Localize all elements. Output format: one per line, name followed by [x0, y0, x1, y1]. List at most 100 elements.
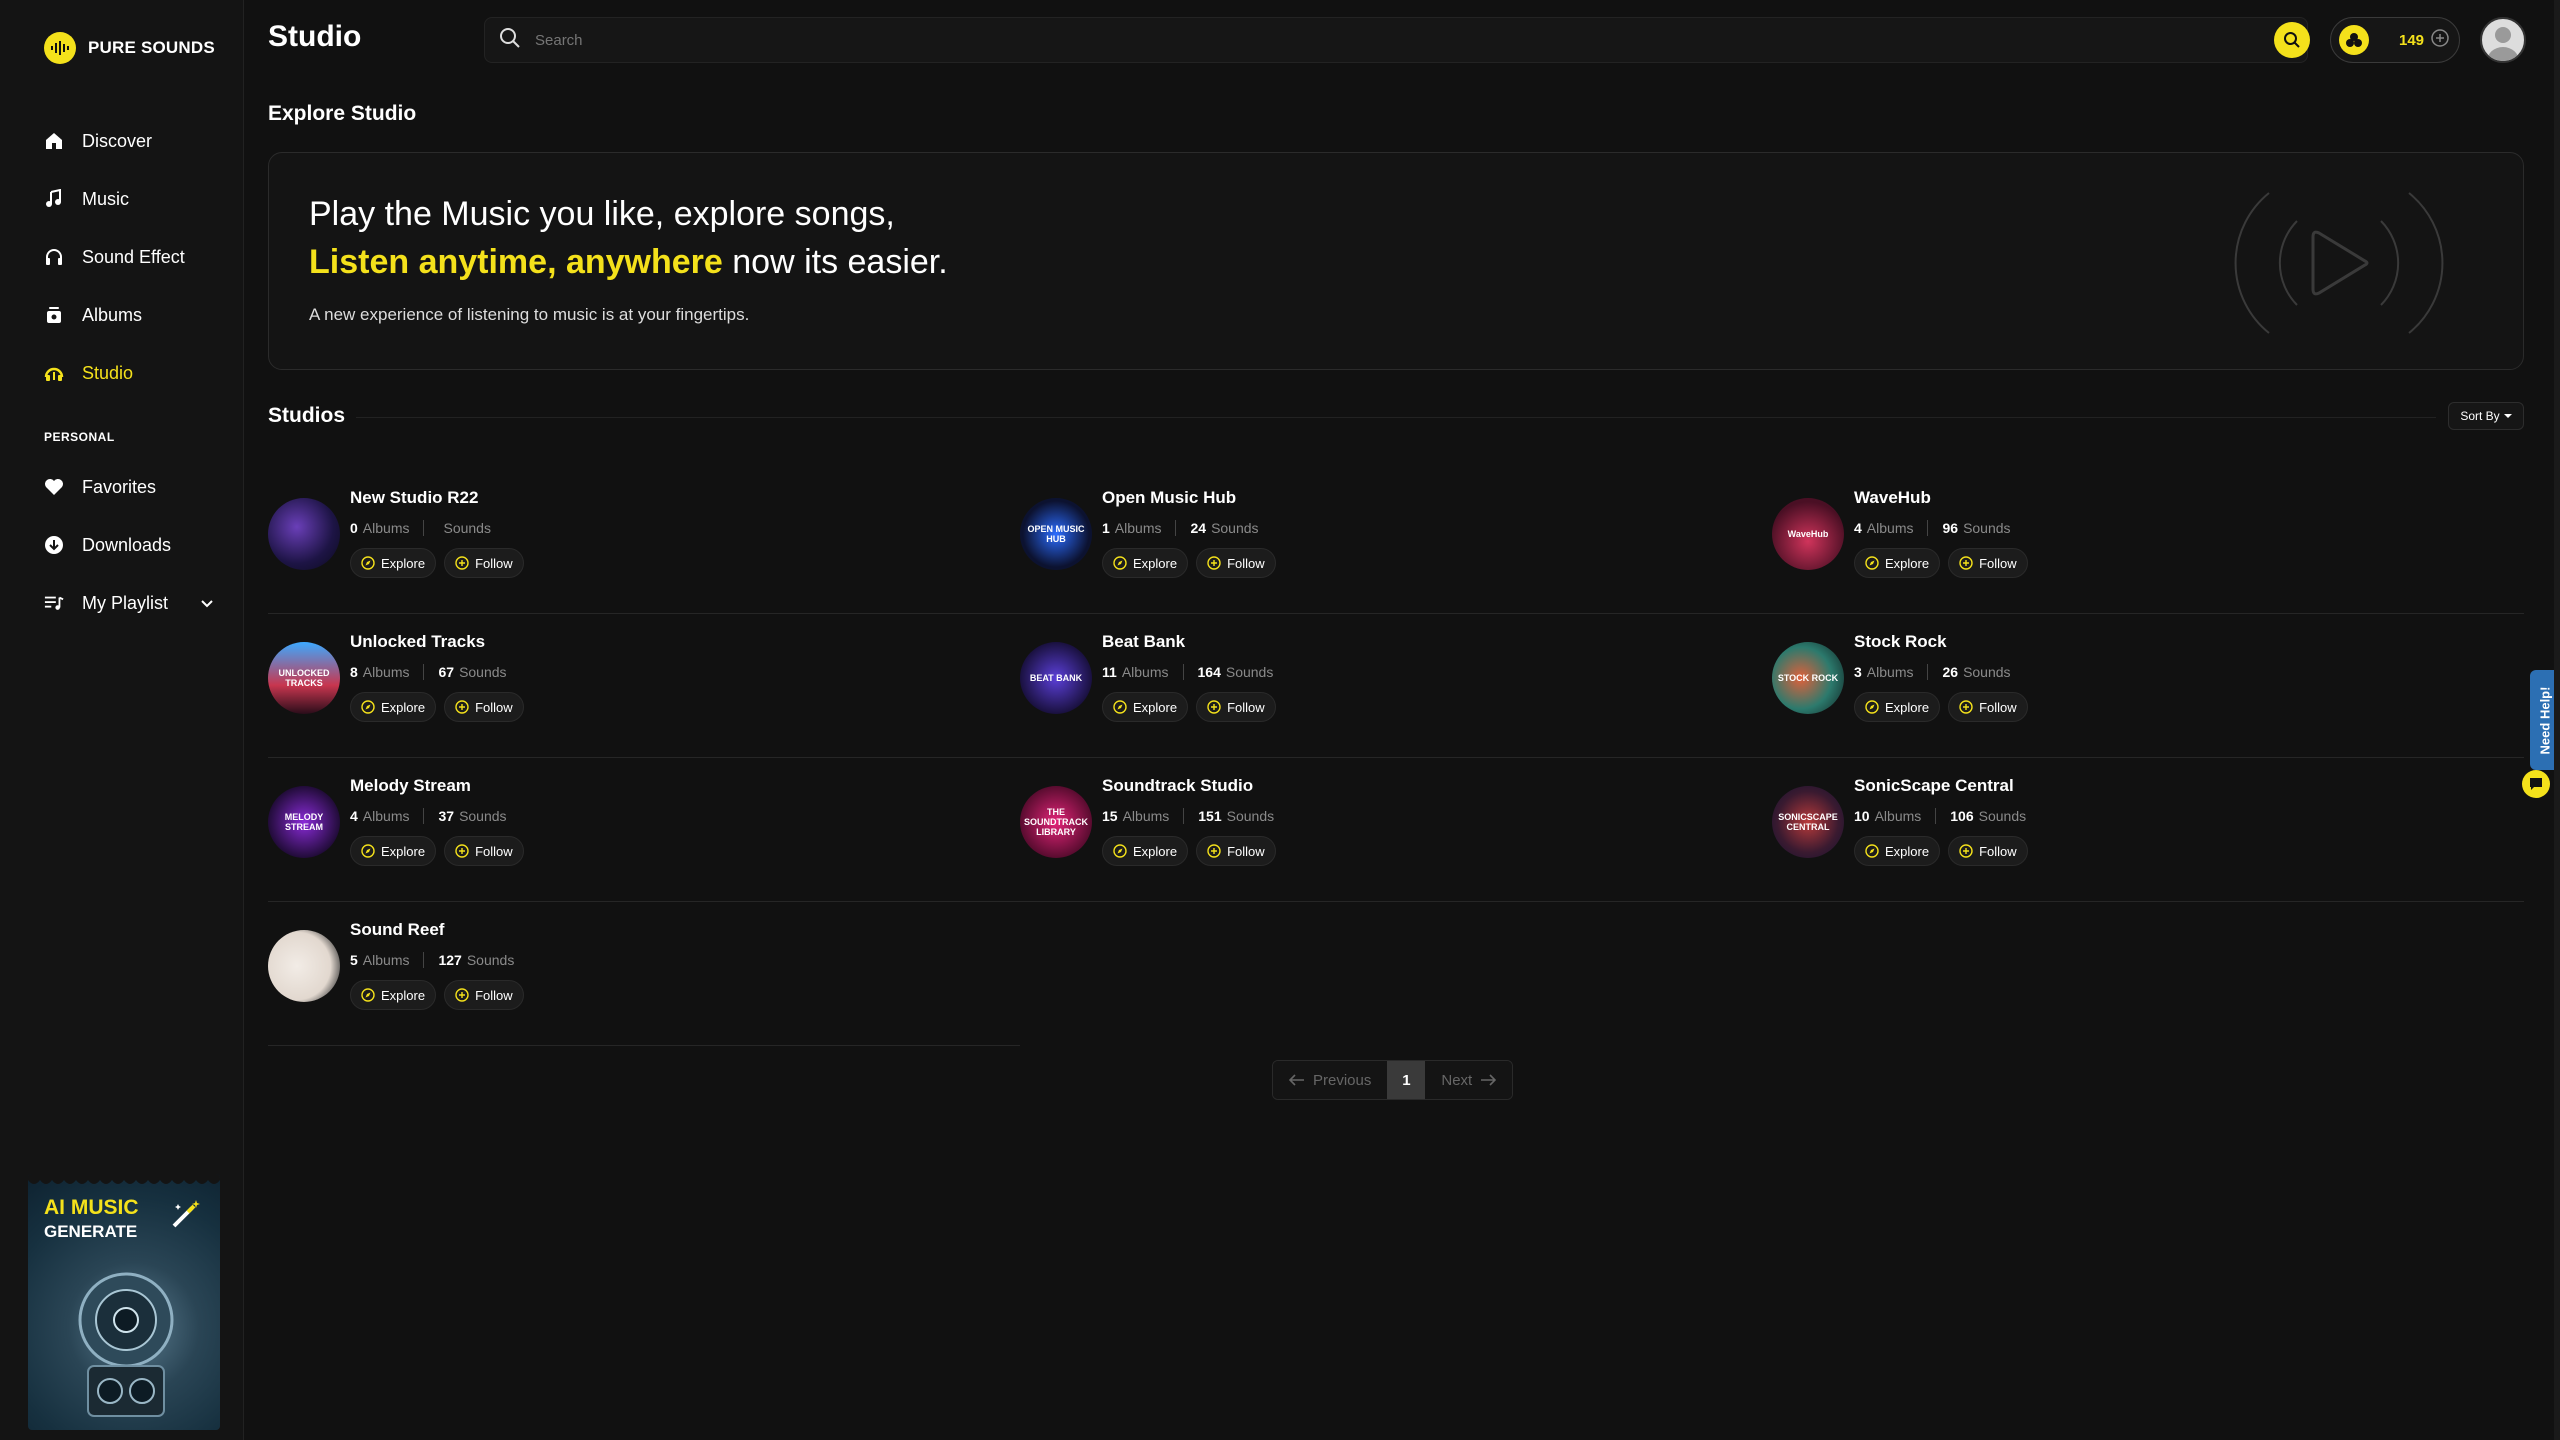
studio-name[interactable]: New Studio R22 [350, 488, 478, 508]
follow-button[interactable]: Follow [1196, 692, 1276, 722]
sidebar-item-favorites[interactable]: Favorites [44, 458, 224, 516]
stats-separator [423, 952, 425, 968]
studio-actions: Explore Follow [1854, 692, 2028, 722]
stats-separator [1182, 664, 1184, 680]
studio-card[interactable]: New Studio R22 0 Albums Sounds Explore F… [268, 470, 1020, 614]
follow-button[interactable]: Follow [1196, 836, 1276, 866]
explore-button[interactable]: Explore [1854, 548, 1941, 578]
studio-name[interactable]: Stock Rock [1854, 632, 1947, 652]
sidebar-item-my-playlist[interactable]: My Playlist [44, 574, 224, 632]
studio-name[interactable]: SonicScape Central [1854, 776, 2014, 796]
albums-count: 15 [1102, 808, 1118, 824]
studio-card[interactable]: BEAT BANK Beat Bank 11 Albums 164 Sounds… [1020, 614, 1772, 758]
follow-button[interactable]: Follow [444, 980, 524, 1010]
studio-name[interactable]: Soundtrack Studio [1102, 776, 1253, 796]
sidebar-item-studio[interactable]: Studio [44, 344, 224, 402]
explore-button[interactable]: Explore [350, 692, 437, 722]
studio-actions: Explore Follow [1854, 548, 2028, 578]
search-bar[interactable] [484, 17, 2308, 63]
previous-label: Previous [1313, 1071, 1372, 1089]
studio-thumbnail[interactable]: STOCK ROCK [1772, 642, 1844, 714]
albums-label: Albums [1866, 520, 1914, 536]
studio-icon [44, 363, 64, 383]
studio-thumbnail[interactable]: BEAT BANK [1020, 642, 1092, 714]
explore-button[interactable]: Explore [1854, 692, 1941, 722]
explore-button[interactable]: Explore [350, 980, 437, 1010]
studio-thumbnail[interactable]: SONICSCAPE CENTRAL [1772, 786, 1844, 858]
plus-circle-icon [455, 844, 469, 858]
previous-page-button[interactable]: Previous [1273, 1061, 1388, 1099]
plus-circle-icon [1959, 844, 1973, 858]
follow-button[interactable]: Follow [444, 692, 524, 722]
follow-button[interactable]: Follow [1948, 836, 2028, 866]
divider [356, 417, 2436, 418]
sidebar-item-label: Studio [82, 362, 134, 383]
main-nav: Discover Music Sound Effect Albums Studi… [44, 112, 224, 402]
studio-thumbnail[interactable] [268, 930, 340, 1002]
studio-thumbnail[interactable]: THE SOUNDTRACK LIBRARY [1020, 786, 1092, 858]
sort-by-dropdown[interactable]: Sort By [2448, 402, 2524, 430]
follow-button[interactable]: Follow [444, 836, 524, 866]
studio-thumbnail[interactable]: WaveHub [1772, 498, 1844, 570]
sidebar-item-label: Discover [82, 130, 153, 151]
studio-card[interactable]: WaveHub WaveHub 4 Albums 96 Sounds Explo… [1772, 470, 2524, 614]
studio-thumbnail[interactable]: UNLOCKED TRACKS [268, 642, 340, 714]
albums-count: 11 [1102, 664, 1117, 680]
studio-name[interactable]: WaveHub [1854, 488, 1931, 508]
albums-label: Albums [362, 520, 410, 536]
explore-button[interactable]: Explore [1102, 836, 1189, 866]
studio-stats: 1 Albums 24 Sounds [1102, 520, 1259, 536]
studio-name[interactable]: Open Music Hub [1102, 488, 1236, 508]
studio-actions: Explore Follow [1102, 836, 1276, 866]
search-button[interactable] [2274, 22, 2310, 58]
studio-name[interactable]: Melody Stream [350, 776, 471, 796]
promo-title: AI MUSIC [44, 1196, 139, 1219]
studio-card[interactable]: STOCK ROCK Stock Rock 3 Albums 26 Sounds… [1772, 614, 2524, 758]
studio-stats: 15 Albums 151 Sounds [1102, 808, 1274, 824]
ai-music-promo-banner[interactable]: AI MUSIC GENERATE [28, 1174, 220, 1430]
credits-balance[interactable]: 149 [2330, 17, 2460, 63]
explore-button[interactable]: Explore [1854, 836, 1941, 866]
sidebar-item-albums[interactable]: Albums [44, 286, 224, 344]
follow-button[interactable]: Follow [444, 548, 524, 578]
chat-icon[interactable] [2522, 770, 2550, 798]
chevron-down-icon[interactable] [200, 593, 214, 614]
studio-thumbnail[interactable]: OPEN MUSIC HUB [1020, 498, 1092, 570]
sidebar-item-music[interactable]: Music [44, 170, 224, 228]
studio-thumbnail[interactable] [268, 498, 340, 570]
studio-card[interactable]: SONICSCAPE CENTRAL SonicScape Central 10… [1772, 758, 2524, 902]
studio-name[interactable]: Unlocked Tracks [350, 632, 485, 652]
studio-card[interactable]: OPEN MUSIC HUB Open Music Hub 1 Albums 2… [1020, 470, 1772, 614]
studio-card[interactable]: THE SOUNDTRACK LIBRARY Soundtrack Studio… [1020, 758, 1772, 902]
explore-label: Explore [381, 699, 426, 715]
studio-card[interactable]: UNLOCKED TRACKS Unlocked Tracks 8 Albums… [268, 614, 1020, 758]
plus-circle-icon [1207, 844, 1221, 858]
explore-button[interactable]: Explore [350, 836, 437, 866]
follow-button[interactable]: Follow [1948, 692, 2028, 722]
studio-name[interactable]: Beat Bank [1102, 632, 1185, 652]
heart-icon [44, 477, 64, 497]
follow-button[interactable]: Follow [1196, 548, 1276, 578]
sidebar-item-sound-effect[interactable]: Sound Effect [44, 228, 224, 286]
studio-thumbnail[interactable]: MELODY STREAM [268, 786, 340, 858]
compass-icon [1865, 700, 1879, 714]
add-credits-icon[interactable] [2430, 28, 2450, 53]
studio-card[interactable]: Sound Reef 5 Albums 127 Sounds Explore F… [268, 902, 1020, 1046]
sidebar-item-discover[interactable]: Discover [44, 112, 224, 170]
page-scrollbar[interactable] [2554, 0, 2560, 1440]
explore-button[interactable]: Explore [350, 548, 437, 578]
next-page-button[interactable]: Next [1425, 1061, 1513, 1099]
explore-label: Explore [381, 987, 426, 1003]
page-1-button[interactable]: 1 [1387, 1061, 1426, 1099]
avatar[interactable] [2480, 17, 2526, 63]
search-input[interactable] [535, 31, 2135, 49]
sidebar-item-downloads[interactable]: Downloads [44, 516, 224, 574]
brand[interactable]: PURE SOUNDS [44, 32, 215, 64]
studio-card[interactable]: MELODY STREAM Melody Stream 4 Albums 37 … [268, 758, 1020, 902]
explore-button[interactable]: Explore [1102, 692, 1189, 722]
studio-name[interactable]: Sound Reef [350, 920, 444, 940]
follow-button[interactable]: Follow [1948, 548, 2028, 578]
explore-button[interactable]: Explore [1102, 548, 1189, 578]
compass-icon [1865, 844, 1879, 858]
studio-actions: Explore Follow [350, 692, 524, 722]
